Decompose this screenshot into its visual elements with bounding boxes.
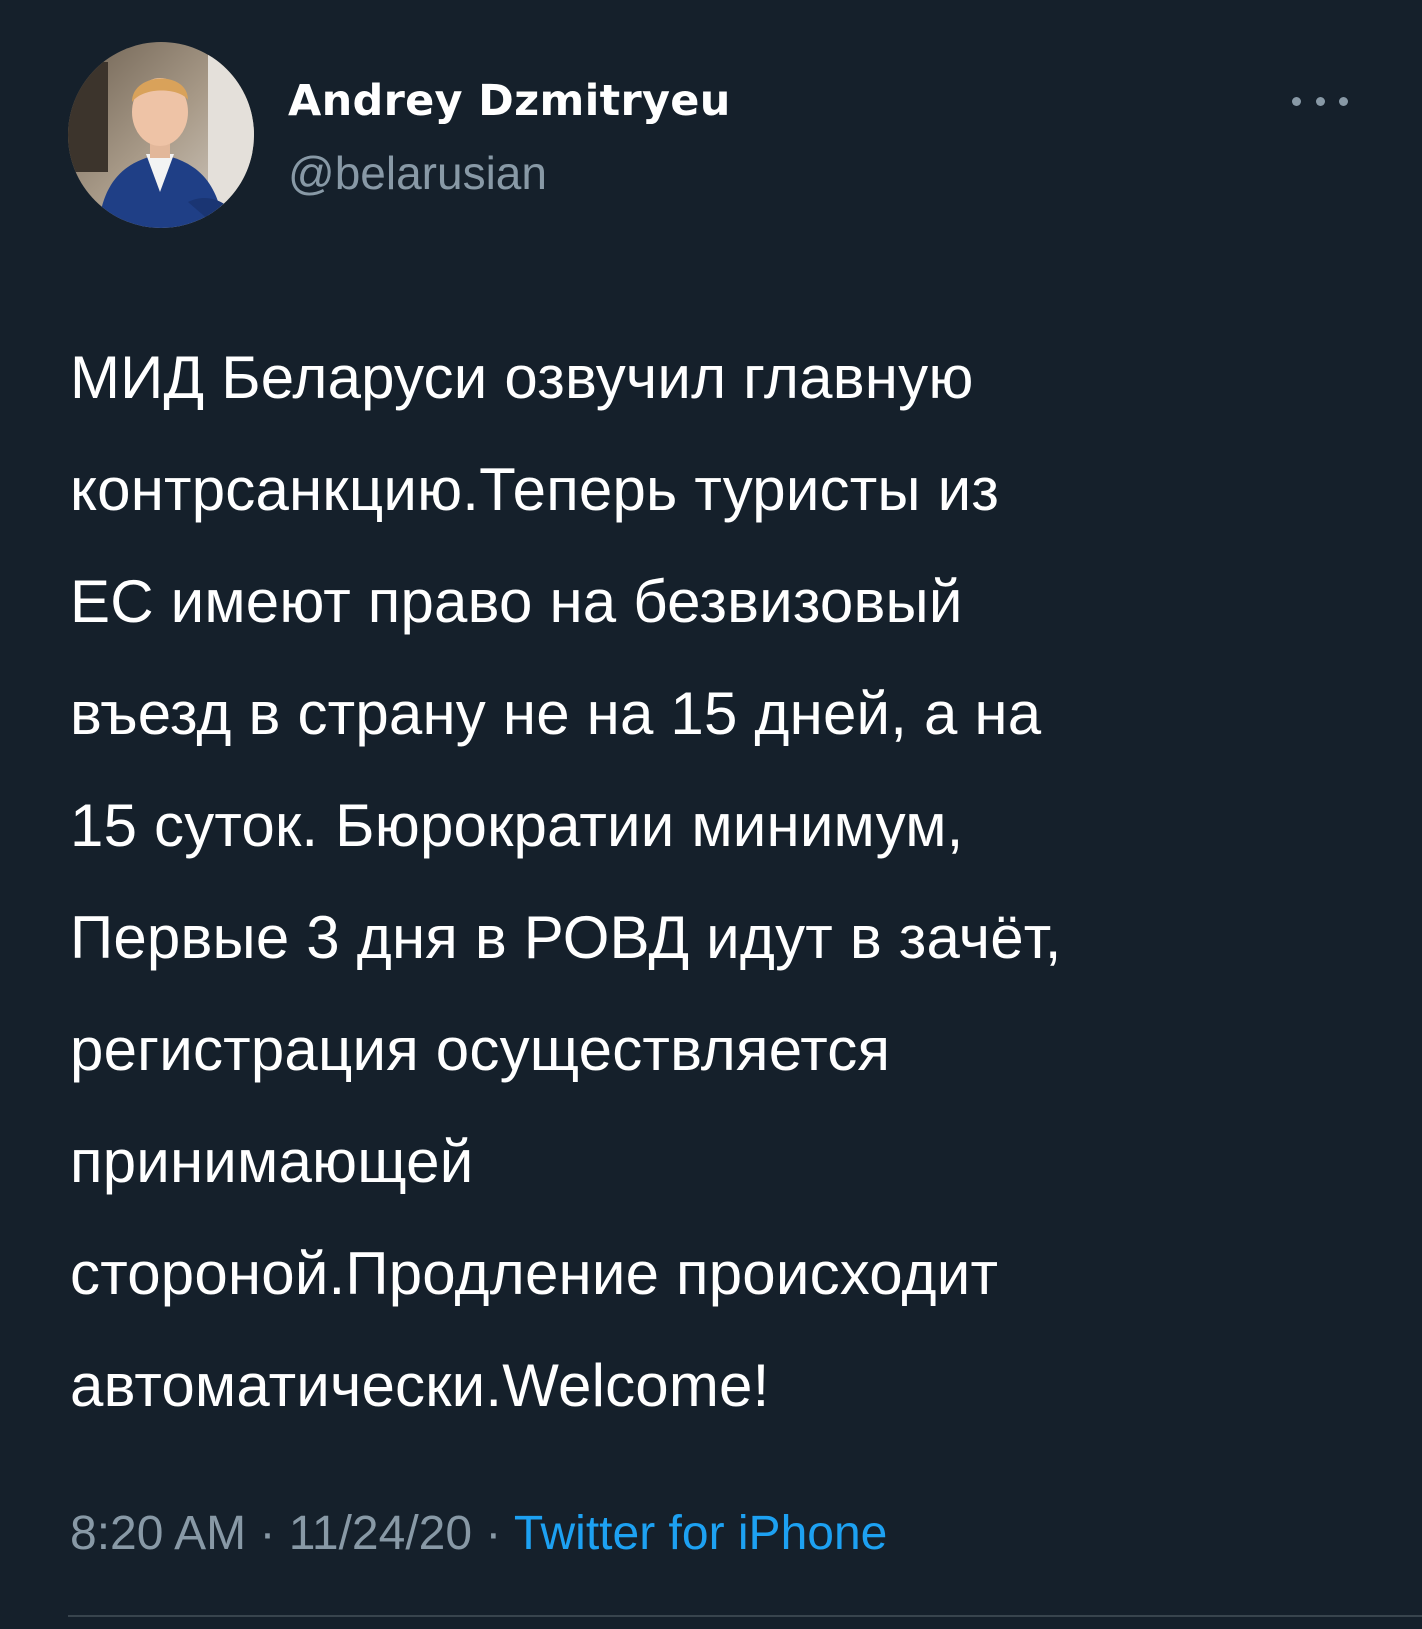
tweet-source-link[interactable]: Twitter for iPhone <box>514 1507 888 1560</box>
tweet-meta: 8:20 AM · 11/24/20 · Twitter for iPhone <box>70 1506 887 1561</box>
more-dot <box>1292 96 1301 106</box>
meta-separator: · <box>246 1507 289 1560</box>
tweet-time[interactable]: 8:20 AM <box>70 1507 246 1560</box>
avatar[interactable] <box>68 42 254 228</box>
meta-separator: · <box>472 1507 514 1560</box>
tweet-text: МИД Беларуси озвучил главную контрсанкци… <box>70 344 1062 1419</box>
more-horizontal-icon[interactable] <box>1292 86 1348 116</box>
author-handle[interactable]: @belarusian <box>288 146 547 200</box>
more-dot <box>1315 96 1325 106</box>
tweet-date[interactable]: 11/24/20 <box>289 1507 472 1560</box>
tweet-card: Andrey Dzmitryeu @belarusian МИД Беларус… <box>0 0 1422 1629</box>
avatar-image <box>68 42 254 228</box>
more-dot <box>1339 96 1348 106</box>
divider <box>68 1615 1422 1617</box>
author-name[interactable]: Andrey Dzmitryeu <box>288 76 731 126</box>
